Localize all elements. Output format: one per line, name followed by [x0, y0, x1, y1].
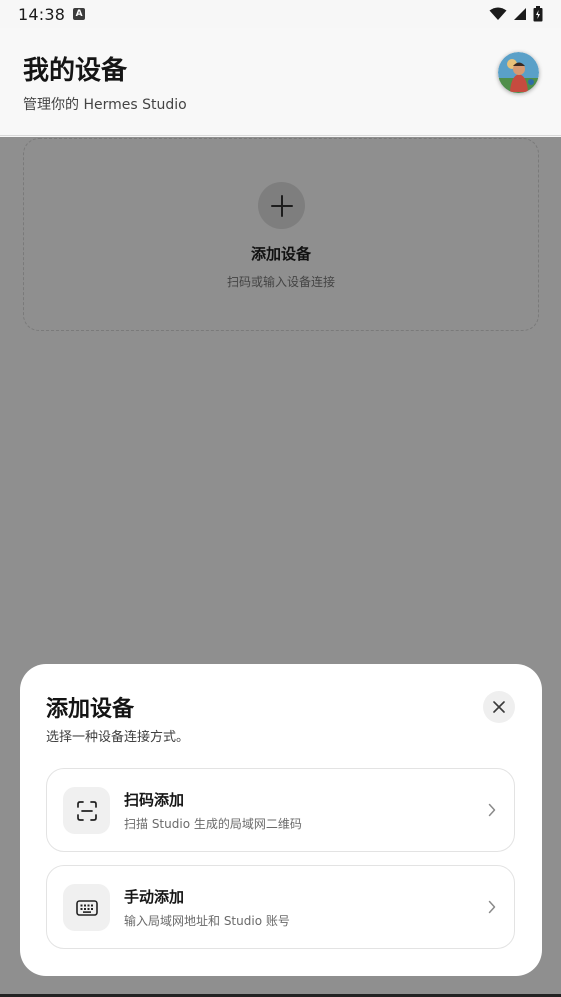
battery-icon	[533, 6, 543, 22]
screen: 14:38 A 我的设备 管理你的 Hermes Studio 添加设备 扫码或…	[0, 0, 561, 997]
add-device-subtitle: 扫码或输入设备连接	[226, 275, 335, 289]
scan-icon-tile	[63, 787, 110, 834]
sheet-title: 添加设备	[46, 697, 135, 722]
page-title: 我的设备	[23, 56, 128, 86]
page-subtitle: 管理你的 Hermes Studio	[23, 97, 187, 113]
add-device-circle	[258, 182, 305, 229]
add-device-card[interactable]: 添加设备 扫码或输入设备连接	[23, 138, 539, 331]
manual-add-option[interactable]: 手动添加 输入局域网地址和 Studio 账号	[46, 865, 515, 949]
close-icon	[493, 701, 505, 713]
add-device-sheet: 添加设备 选择一种设备连接方式。 扫码添加 扫描 Studio 生成的局域网二维…	[20, 664, 542, 976]
signal-icon	[514, 8, 526, 20]
avatar[interactable]	[498, 52, 539, 93]
keyboard-icon-tile	[63, 884, 110, 931]
manual-add-title: 手动添加	[124, 888, 185, 906]
status-time: 14:38	[18, 4, 66, 24]
close-button[interactable]	[483, 691, 515, 723]
plus-icon	[270, 194, 293, 217]
notification-icon: A	[73, 8, 86, 20]
app-header: 我的设备 管理你的 Hermes Studio	[0, 28, 561, 136]
add-device-title: 添加设备	[250, 245, 311, 263]
avatar-image	[498, 52, 539, 93]
keyboard-icon	[75, 899, 98, 916]
status-icons	[489, 6, 543, 22]
manual-add-description: 输入局域网地址和 Studio 账号	[124, 914, 290, 928]
chevron-right-icon	[484, 802, 500, 818]
wifi-icon	[489, 7, 507, 20]
chevron-right-icon	[484, 899, 500, 915]
scan-add-option[interactable]: 扫码添加 扫描 Studio 生成的局域网二维码	[46, 768, 515, 852]
scan-add-description: 扫描 Studio 生成的局域网二维码	[124, 817, 302, 831]
status-bar: 14:38 A	[0, 0, 561, 28]
scan-add-title: 扫码添加	[124, 791, 185, 809]
scan-icon	[76, 800, 97, 821]
sheet-subtitle: 选择一种设备连接方式。	[46, 730, 190, 745]
